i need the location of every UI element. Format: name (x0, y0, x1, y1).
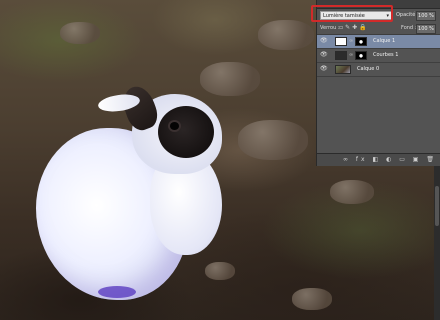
blend-row: Lumière tamisée ▾ Opacité : 100 % (311, 5, 440, 22)
eye-icon[interactable]: 👁 (320, 52, 328, 58)
highlight-annotation (311, 5, 393, 22)
rock (292, 288, 332, 310)
rock (200, 62, 260, 96)
scrollbar-thumb[interactable] (435, 186, 439, 226)
rock (205, 262, 235, 280)
layer-name: Courbes 1 (373, 52, 399, 58)
rock (330, 180, 374, 204)
adjustment-thumbnail (335, 51, 347, 60)
chain-link-icon: ∞ (349, 38, 354, 44)
eye-icon[interactable]: 👁 (320, 66, 328, 72)
layer-name: Calque 1 (373, 38, 396, 44)
rock (60, 22, 100, 44)
scrollbar[interactable] (434, 166, 440, 320)
layer-mask-thumbnail[interactable] (355, 37, 367, 46)
layer-action-icons[interactable]: ∞ fx ◧ ◐ ▭ ▣ 🗑 (343, 156, 437, 163)
layers-panel: Lumière tamisée ▾ Opacité : 100 % Verrou… (311, 0, 440, 166)
lock-icons[interactable]: ▫✎✚🔒 (339, 24, 369, 31)
lock-row: Verrou : ▫✎✚🔒 Fond : 100 % (317, 22, 440, 35)
rabbit-face-patch (158, 106, 214, 158)
rabbit-eye (170, 122, 179, 130)
chain-link-icon: ∞ (349, 52, 354, 58)
panel-footer: ∞ fx ◧ ◐ ▭ ▣ 🗑 (317, 153, 440, 166)
layer-row-calque-0[interactable]: 👁 Calque 0 (317, 63, 440, 77)
layer-mask-thumbnail[interactable] (355, 51, 367, 60)
layer-name: Calque 0 (357, 66, 380, 72)
layer-thumbnail (335, 65, 351, 74)
eye-icon[interactable]: 👁 (320, 38, 328, 44)
rock (258, 20, 314, 50)
rock (238, 120, 308, 160)
layer-row-calque-1[interactable]: 👁 ∞ Calque 1 (317, 35, 440, 49)
layer-thumbnail (335, 37, 347, 46)
layer-row-courbes-1[interactable]: 👁 ∞ Courbes 1 (317, 49, 440, 63)
rabbit-paw (98, 286, 136, 298)
opacity-field[interactable]: 100 % (416, 11, 436, 21)
fill-field[interactable]: 100 % (416, 24, 436, 34)
fill-label: Fond : (401, 25, 417, 31)
lock-label: Verrou : (320, 25, 340, 31)
layers-list: 👁 ∞ Calque 1 👁 ∞ Courbes 1 👁 Calque 0 (317, 35, 440, 77)
